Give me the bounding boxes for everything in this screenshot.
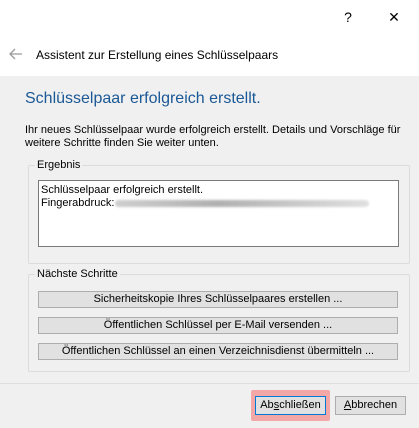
page-description: Ihr neues Schlüsselpaar wurde erfolgreic… xyxy=(25,124,401,149)
next-steps-group: Nächste Schritte Sicherheitskopie Ihres … xyxy=(28,268,410,372)
wizard-title: Assistent zur Erstellung eines Schlüssel… xyxy=(36,48,279,62)
result-group: Ergebnis Schlüsselpaar erfolgreich erste… xyxy=(28,159,410,264)
title-bar: ? ✕ xyxy=(0,0,419,34)
backup-keypair-button[interactable]: Sicherheitskopie Ihres Schlüsselpaares e… xyxy=(38,291,398,308)
finish-button[interactable]: Abschließen xyxy=(255,396,326,415)
page-heading: Schlüsselpaar erfolgreich erstellt. xyxy=(25,90,261,107)
result-legend: Ergebnis xyxy=(35,159,83,171)
fingerprint-line: Fingerabdruck: xyxy=(41,197,396,210)
footer: Abschließen Abbrechen xyxy=(0,383,419,428)
result-textbox[interactable]: Schlüsselpaar erfolgreich erstellt. Fing… xyxy=(38,180,399,247)
next-steps-legend: Nächste Schritte xyxy=(35,268,120,280)
close-button[interactable]: ✕ xyxy=(372,0,416,34)
finish-highlight: Abschließen xyxy=(251,390,330,421)
fingerprint-redacted xyxy=(115,200,370,207)
cancel-button[interactable]: Abbrechen xyxy=(335,396,406,415)
help-button[interactable]: ? xyxy=(326,0,370,34)
upload-public-key-button[interactable]: Öffentlichen Schlüssel an einen Verzeich… xyxy=(38,343,398,360)
fingerprint-label: Fingerabdruck: xyxy=(41,197,115,209)
result-line: Schlüsselpaar erfolgreich erstellt. xyxy=(41,184,204,196)
email-public-key-button[interactable]: Öffentlichen Schlüssel per E-Mail versen… xyxy=(38,317,398,334)
back-arrow-icon[interactable] xyxy=(8,46,24,62)
wizard-content: Schlüsselpaar erfolgreich erstellt. Ihr … xyxy=(0,76,419,383)
